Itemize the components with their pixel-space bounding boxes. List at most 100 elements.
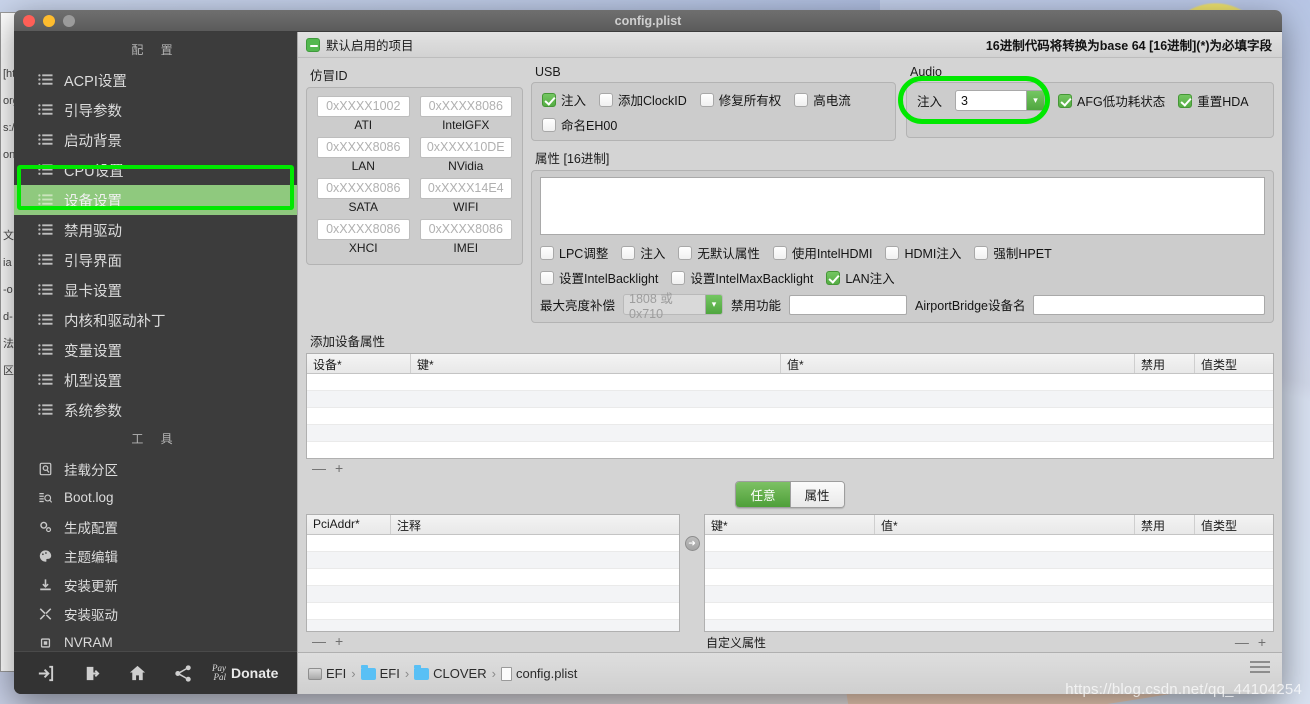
fakeid-input-imei[interactable]: 0xXXXX8086 — [419, 219, 512, 240]
table-row[interactable] — [705, 620, 1273, 631]
column-header[interactable]: 注释 — [391, 515, 679, 534]
breadcrumb-item-4[interactable]: config.plist — [500, 666, 577, 681]
table-row[interactable] — [307, 552, 679, 569]
breadcrumb-item-1[interactable]: EFI — [308, 666, 346, 681]
properties-checkbox-a-1[interactable]: LPC调整 — [540, 243, 608, 262]
custom-properties-body[interactable] — [705, 535, 1273, 631]
sidebar-tool-7[interactable]: NVRAM — [14, 628, 297, 651]
table-row[interactable] — [307, 569, 679, 586]
sidebar-item-10[interactable]: 变量设置 — [14, 335, 297, 365]
sidebar-item-6[interactable]: 禁用驱动 — [14, 215, 297, 245]
table-row[interactable] — [307, 603, 679, 620]
fakeid-input-intelgfx[interactable]: 0xXXXX8086 — [419, 96, 512, 117]
usb-checkbox-3[interactable]: 修复所有权 — [699, 90, 781, 109]
airportbridge-input[interactable] — [1033, 294, 1265, 315]
sidebar-item-3[interactable]: 启动背景 — [14, 125, 297, 155]
usb-checkbox-4[interactable]: 高电流 — [794, 90, 851, 109]
column-header[interactable]: 禁用 — [1135, 515, 1195, 534]
properties-checkbox-b-3[interactable]: LAN注入 — [826, 268, 895, 287]
table-row[interactable] — [307, 442, 1273, 458]
sidebar-item-1[interactable]: ACPI设置 — [14, 65, 297, 95]
properties-checkbox-a-4[interactable]: 使用IntelHDMI — [772, 243, 872, 262]
sidebar-tool-4[interactable]: 主题编辑 — [14, 541, 297, 570]
properties-checkbox-a-2[interactable]: 注入 — [621, 243, 665, 262]
usb-checkbox-b-1[interactable]: 命名EH00 — [542, 115, 617, 134]
audio-checkbox-2[interactable]: 重置HDA — [1178, 91, 1249, 110]
table-row[interactable] — [307, 620, 679, 631]
tab-2[interactable]: 属性 — [789, 482, 844, 507]
sidebar-tool-6[interactable]: 安装驱动 — [14, 599, 297, 628]
table-row[interactable] — [307, 374, 1273, 391]
home-icon[interactable] — [114, 652, 160, 694]
table-row[interactable] — [705, 603, 1273, 620]
fakeid-input-lan[interactable]: 0xXXXX8086 — [317, 137, 410, 158]
add-row-button[interactable]: + — [335, 633, 343, 649]
audio-checkbox-1[interactable]: AFG低功耗状态 — [1058, 91, 1165, 110]
column-header[interactable]: 键* — [705, 515, 875, 534]
breadcrumb-item-2[interactable]: EFI — [360, 664, 400, 681]
audio-inject-select[interactable]: 3 ▾ — [955, 90, 1046, 111]
table-row[interactable] — [705, 552, 1273, 569]
sidebar-tool-2[interactable]: Boot.log — [14, 483, 297, 512]
export-icon[interactable] — [68, 652, 114, 694]
table-row[interactable] — [307, 408, 1273, 425]
column-header[interactable]: 设备* — [307, 354, 411, 373]
column-header[interactable]: 禁用 — [1135, 354, 1195, 373]
table-row[interactable] — [705, 586, 1273, 603]
remove-row-button[interactable]: — — [1235, 634, 1249, 650]
column-header[interactable]: PciAddr* — [307, 515, 391, 534]
device-properties-table[interactable]: 设备* 键* 值* 禁用 值类型 — [306, 353, 1274, 459]
disable-function-input[interactable] — [789, 294, 908, 315]
default-enabled-toggle[interactable]: 默认启用的项目 — [306, 35, 414, 54]
table-row[interactable] — [705, 535, 1273, 552]
usb-checkbox-2[interactable]: 添加ClockID — [599, 90, 687, 109]
table-row[interactable] — [307, 535, 679, 552]
breadcrumb-item-3[interactable]: CLOVER — [414, 664, 487, 681]
pciaddr-body[interactable] — [307, 535, 679, 631]
pciaddr-table[interactable]: PciAddr* 注释 — [306, 514, 680, 632]
properties-checkbox-a-6[interactable]: 强制HPET — [974, 243, 1052, 262]
fakeid-input-wifi[interactable]: 0xXXXX14E4 — [419, 178, 512, 199]
sidebar-item-7[interactable]: 引导界面 — [14, 245, 297, 275]
device-properties-body[interactable] — [307, 374, 1273, 458]
sidebar-item-2[interactable]: 引导参数 — [14, 95, 297, 125]
fakeid-input-nvidia[interactable]: 0xXXXX10DE — [419, 137, 512, 158]
properties-textarea[interactable] — [540, 177, 1265, 235]
sidebar-item-11[interactable]: 机型设置 — [14, 365, 297, 395]
add-row-button[interactable]: + — [1258, 634, 1266, 650]
remove-row-button[interactable]: — — [312, 460, 326, 476]
sidebar-item-4[interactable]: CPU设置 — [14, 155, 297, 185]
sidebar-scroll[interactable]: 配 置 ACPI设置 引导参数 启动背景 CPU设置 设备设置 禁用驱动 引导界面 显卡设置内… — [14, 32, 297, 651]
properties-checkbox-a-5[interactable]: HDMI注入 — [885, 243, 961, 262]
remove-row-button[interactable]: — — [312, 633, 326, 649]
share-icon[interactable] — [160, 652, 206, 694]
fakeid-input-ati[interactable]: 0xXXXX1002 — [317, 96, 410, 117]
table-row[interactable] — [307, 586, 679, 603]
table-row[interactable] — [307, 391, 1273, 408]
donate-button[interactable]: Pay Pal Donate — [212, 664, 278, 682]
menu-icon[interactable] — [1250, 661, 1270, 676]
table-row[interactable] — [705, 569, 1273, 586]
tab-1[interactable]: 任意 — [736, 482, 790, 507]
import-icon[interactable] — [22, 652, 68, 694]
column-header[interactable]: 值类型 — [1195, 515, 1273, 534]
properties-checkbox-b-1[interactable]: 设置IntelBacklight — [540, 268, 658, 287]
table-row[interactable] — [307, 425, 1273, 442]
transfer-arrow-icon[interactable]: ➜ — [684, 536, 700, 551]
properties-checkbox-b-2[interactable]: 设置IntelMaxBacklight — [671, 268, 813, 287]
properties-checkbox-a-3[interactable]: 无默认属性 — [678, 243, 760, 262]
usb-checkbox-1[interactable]: 注入 — [542, 90, 586, 109]
column-header[interactable]: 值* — [875, 515, 1135, 534]
add-row-button[interactable]: + — [335, 460, 343, 476]
column-header[interactable]: 值类型 — [1195, 354, 1273, 373]
sidebar-item-12[interactable]: 系统参数 — [14, 395, 297, 425]
maxbacklight-select[interactable]: 1808 或 0x710 ▾ — [623, 292, 724, 321]
sidebar-tool-5[interactable]: 安装更新 — [14, 570, 297, 599]
column-header[interactable]: 键* — [411, 354, 781, 373]
custom-properties-table[interactable]: 键* 值* 禁用 值类型 — [704, 514, 1274, 632]
sidebar-item-8[interactable]: 显卡设置 — [14, 275, 297, 305]
fakeid-input-sata[interactable]: 0xXXXX8086 — [317, 178, 410, 199]
sidebar-tool-3[interactable]: 生成配置 — [14, 512, 297, 541]
fakeid-input-xhci[interactable]: 0xXXXX8086 — [317, 219, 410, 240]
sidebar-item-9[interactable]: 内核和驱动补丁 — [14, 305, 297, 335]
